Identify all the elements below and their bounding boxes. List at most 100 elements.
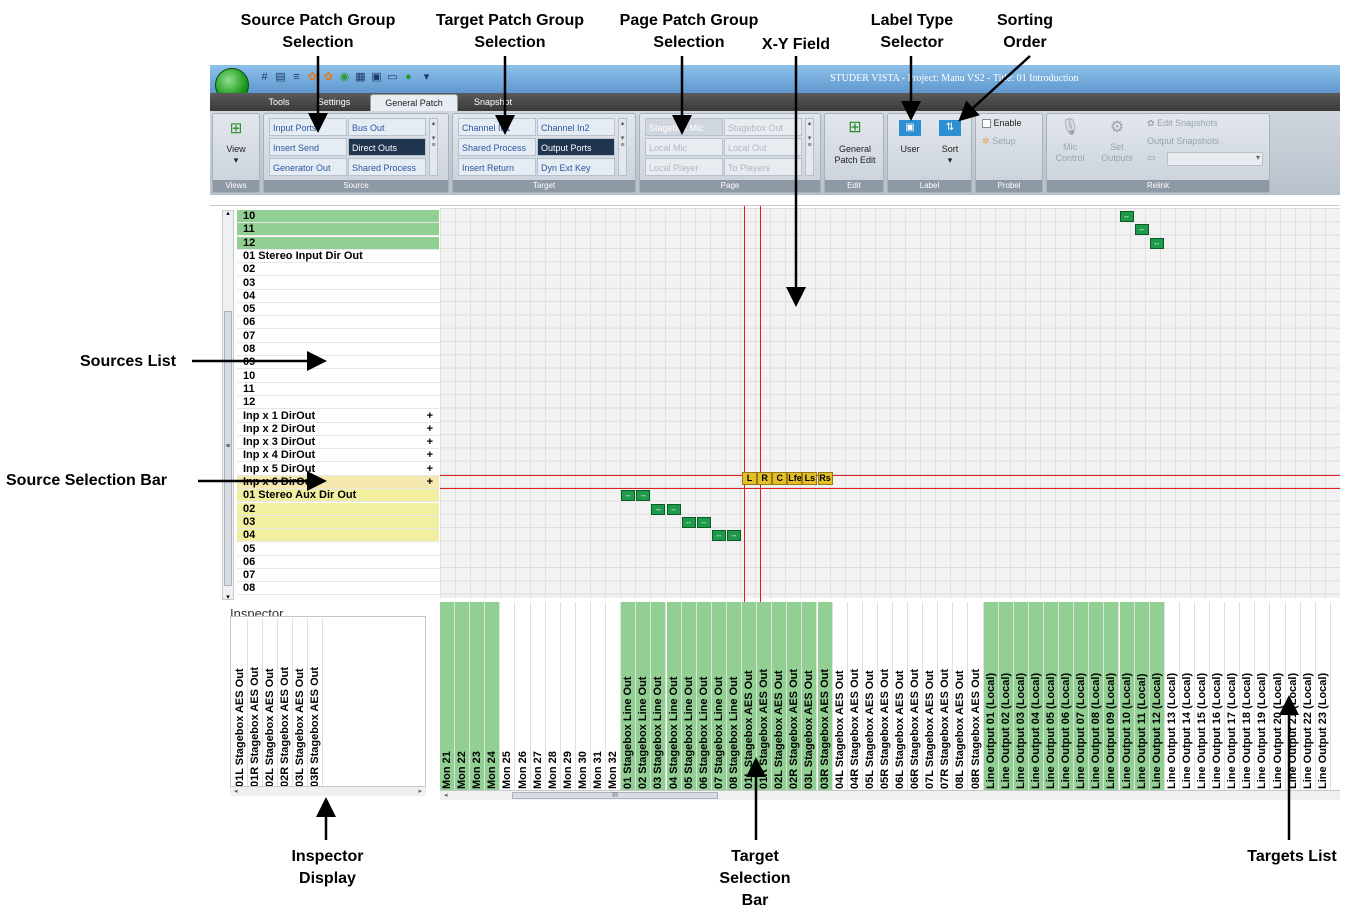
- tab-tools[interactable]: Tools: [258, 94, 300, 111]
- source-row[interactable]: 05: [237, 542, 439, 556]
- page-local-player[interactable]: Local Player: [645, 158, 723, 176]
- scroll-up-icon[interactable]: ▴: [223, 209, 233, 217]
- patch-connection-icon[interactable]: ↔: [621, 490, 636, 502]
- set-outputs-button[interactable]: ⚙ Set Outputs: [1095, 118, 1139, 164]
- target-dyn-ext-key[interactable]: Dyn Ext Key: [537, 158, 615, 176]
- target-output-ports[interactable]: Output Ports: [537, 138, 615, 156]
- sources-scrollbar[interactable]: ▴ ≡ ▾: [222, 209, 234, 601]
- target-column[interactable]: Mon 24: [485, 602, 501, 792]
- target-column[interactable]: 04L Stagebox AES Out: [833, 602, 848, 792]
- list-icon[interactable]: ▦: [354, 71, 367, 84]
- target-column[interactable]: 03L Stagebox AES Out: [802, 602, 818, 792]
- target-column[interactable]: Mon 22: [455, 602, 471, 792]
- scroll-left-icon[interactable]: ◂: [234, 787, 238, 795]
- patch-connection-icon[interactable]: ↔: [711, 530, 726, 542]
- source-shared-process[interactable]: Shared Process: [348, 158, 426, 176]
- target-column[interactable]: Mon 32: [606, 602, 622, 792]
- source-row[interactable]: 11: [237, 223, 439, 237]
- source-row[interactable]: 11: [237, 382, 439, 396]
- label-user-button[interactable]: ▣ User: [894, 120, 926, 155]
- source-row[interactable]: 06: [237, 316, 439, 330]
- xy-patch-field[interactable]: [440, 208, 1340, 598]
- source-row[interactable]: 10: [237, 369, 439, 383]
- source-row[interactable]: 01 Stereo Aux Dir Out: [237, 489, 439, 503]
- scroll-right-icon[interactable]: ▸: [418, 787, 422, 795]
- source-row[interactable]: 12: [237, 396, 439, 410]
- source-row[interactable]: 04: [237, 289, 439, 303]
- source-row[interactable]: 01 Stereo Input Dir Out: [237, 249, 439, 263]
- grid-icon[interactable]: #: [258, 71, 271, 84]
- folder-icon[interactable]: ▤: [274, 71, 287, 84]
- window-icon[interactable]: ▣: [370, 71, 383, 84]
- source-row[interactable]: 03: [237, 515, 439, 529]
- source-insert-send[interactable]: Insert Send: [269, 138, 347, 156]
- source-bus-out[interactable]: Bus Out: [348, 118, 426, 136]
- patch-connection-icon[interactable]: ↔: [666, 503, 681, 515]
- target-column[interactable]: 01L Stagebox AES Out: [742, 602, 757, 792]
- target-column[interactable]: Mon 28: [546, 602, 561, 792]
- target-column[interactable]: Mon 26: [516, 602, 531, 792]
- tab-snapshot[interactable]: Snapshot: [468, 94, 518, 111]
- target-channel-in2[interactable]: Channel In2: [537, 118, 615, 136]
- source-row[interactable]: 08: [237, 582, 439, 596]
- target-column[interactable]: Mon 27: [531, 602, 546, 792]
- target-column[interactable]: 01R Stagebox AES Out: [757, 602, 773, 792]
- target-column[interactable]: Line Output 21 (Local): [1286, 602, 1301, 792]
- target-shared-process[interactable]: Shared Process: [458, 138, 536, 156]
- target-column[interactable]: Mon 31: [591, 602, 606, 792]
- source-row[interactable]: 07: [237, 329, 439, 343]
- target-group-scroll[interactable]: ▴ ▾ ≡: [618, 118, 627, 176]
- patch-connection-icon[interactable]: ↔: [651, 503, 666, 515]
- page-group-scroll[interactable]: ▴ ▾ ≡: [805, 118, 814, 176]
- page-to-players[interactable]: To Players: [724, 158, 802, 176]
- tab-general-patch[interactable]: General Patch: [370, 94, 458, 111]
- target-column[interactable]: Line Output 08 (Local): [1089, 602, 1105, 792]
- target-column[interactable]: 06L Stagebox AES Out: [893, 602, 908, 792]
- source-input-ports[interactable]: Input Ports: [269, 118, 347, 136]
- inspector-hscroll[interactable]: ◂ ▸: [230, 786, 426, 796]
- target-column[interactable]: 02 Stagebox Line Out: [636, 602, 652, 792]
- target-column[interactable]: Line Output 20 (Local): [1271, 602, 1286, 792]
- scroll-down-icon[interactable]: ▾: [223, 593, 233, 601]
- page-local-out[interactable]: Local Out: [724, 138, 802, 156]
- target-column[interactable]: Line Output 14 (Local): [1180, 602, 1195, 792]
- source-row[interactable]: 07: [237, 569, 439, 583]
- expand-plus-icon[interactable]: +: [427, 476, 433, 489]
- patch-connection-icon[interactable]: ↔: [726, 530, 741, 542]
- expand-plus-icon[interactable]: +: [427, 436, 433, 449]
- tab-settings[interactable]: Settings: [308, 94, 360, 111]
- target-column[interactable]: 07R Stagebox AES Out: [938, 602, 954, 792]
- target-column[interactable]: Line Output 18 (Local): [1240, 602, 1256, 792]
- target-column[interactable]: Mon 21: [440, 602, 455, 792]
- target-column[interactable]: 01 Stagebox Line Out: [621, 602, 637, 792]
- patch-connection-icon[interactable]: ↔: [1149, 237, 1164, 249]
- patch-connection-icon[interactable]: ↔: [1119, 211, 1134, 222]
- source-row[interactable]: 04: [237, 529, 439, 543]
- target-column[interactable]: Line Output 01 (Local): [983, 602, 999, 792]
- target-column[interactable]: 06 Stagebox Line Out: [696, 602, 712, 792]
- view-button[interactable]: ⊞ View ▾: [217, 120, 255, 166]
- label-sort-button[interactable]: ⇅ Sort ▾: [934, 120, 966, 166]
- target-column[interactable]: Mon 25: [500, 602, 516, 792]
- target-column[interactable]: 02R Stagebox AES Out: [787, 602, 803, 792]
- target-column[interactable]: Line Output 16 (Local): [1210, 602, 1226, 792]
- target-column[interactable]: 08R Stagebox AES Out: [969, 602, 984, 792]
- patch-connection-icon[interactable]: ↔: [1134, 224, 1149, 236]
- source-row[interactable]: Inp x 3 DirOut +: [237, 436, 439, 450]
- target-column[interactable]: 02L Stagebox AES Out: [772, 602, 788, 792]
- patch-connection-icon[interactable]: ↔: [696, 516, 711, 528]
- edit-snapshots-button[interactable]: ✿ Edit Snapshots: [1147, 118, 1267, 129]
- target-column[interactable]: Line Output 22 (Local): [1301, 602, 1316, 792]
- target-column[interactable]: Line Output 11 (Local): [1134, 602, 1150, 792]
- source-row[interactable]: Inp x 1 DirOut +: [237, 409, 439, 423]
- target-column[interactable]: Line Output 09 (Local): [1104, 602, 1120, 792]
- target-insert-return[interactable]: Insert Return: [458, 158, 536, 176]
- source-row[interactable]: 06: [237, 555, 439, 569]
- target-column[interactable]: 07 Stagebox Line Out: [711, 602, 727, 792]
- target-column[interactable]: 04R Stagebox AES Out: [848, 602, 863, 792]
- target-column[interactable]: 03 Stagebox Line Out: [651, 602, 667, 792]
- source-row[interactable]: 10: [237, 210, 439, 223]
- source-row[interactable]: Inp x 2 DirOut +: [237, 422, 439, 436]
- source-row[interactable]: 03: [237, 276, 439, 290]
- target-column[interactable]: 05R Stagebox AES Out: [878, 602, 893, 792]
